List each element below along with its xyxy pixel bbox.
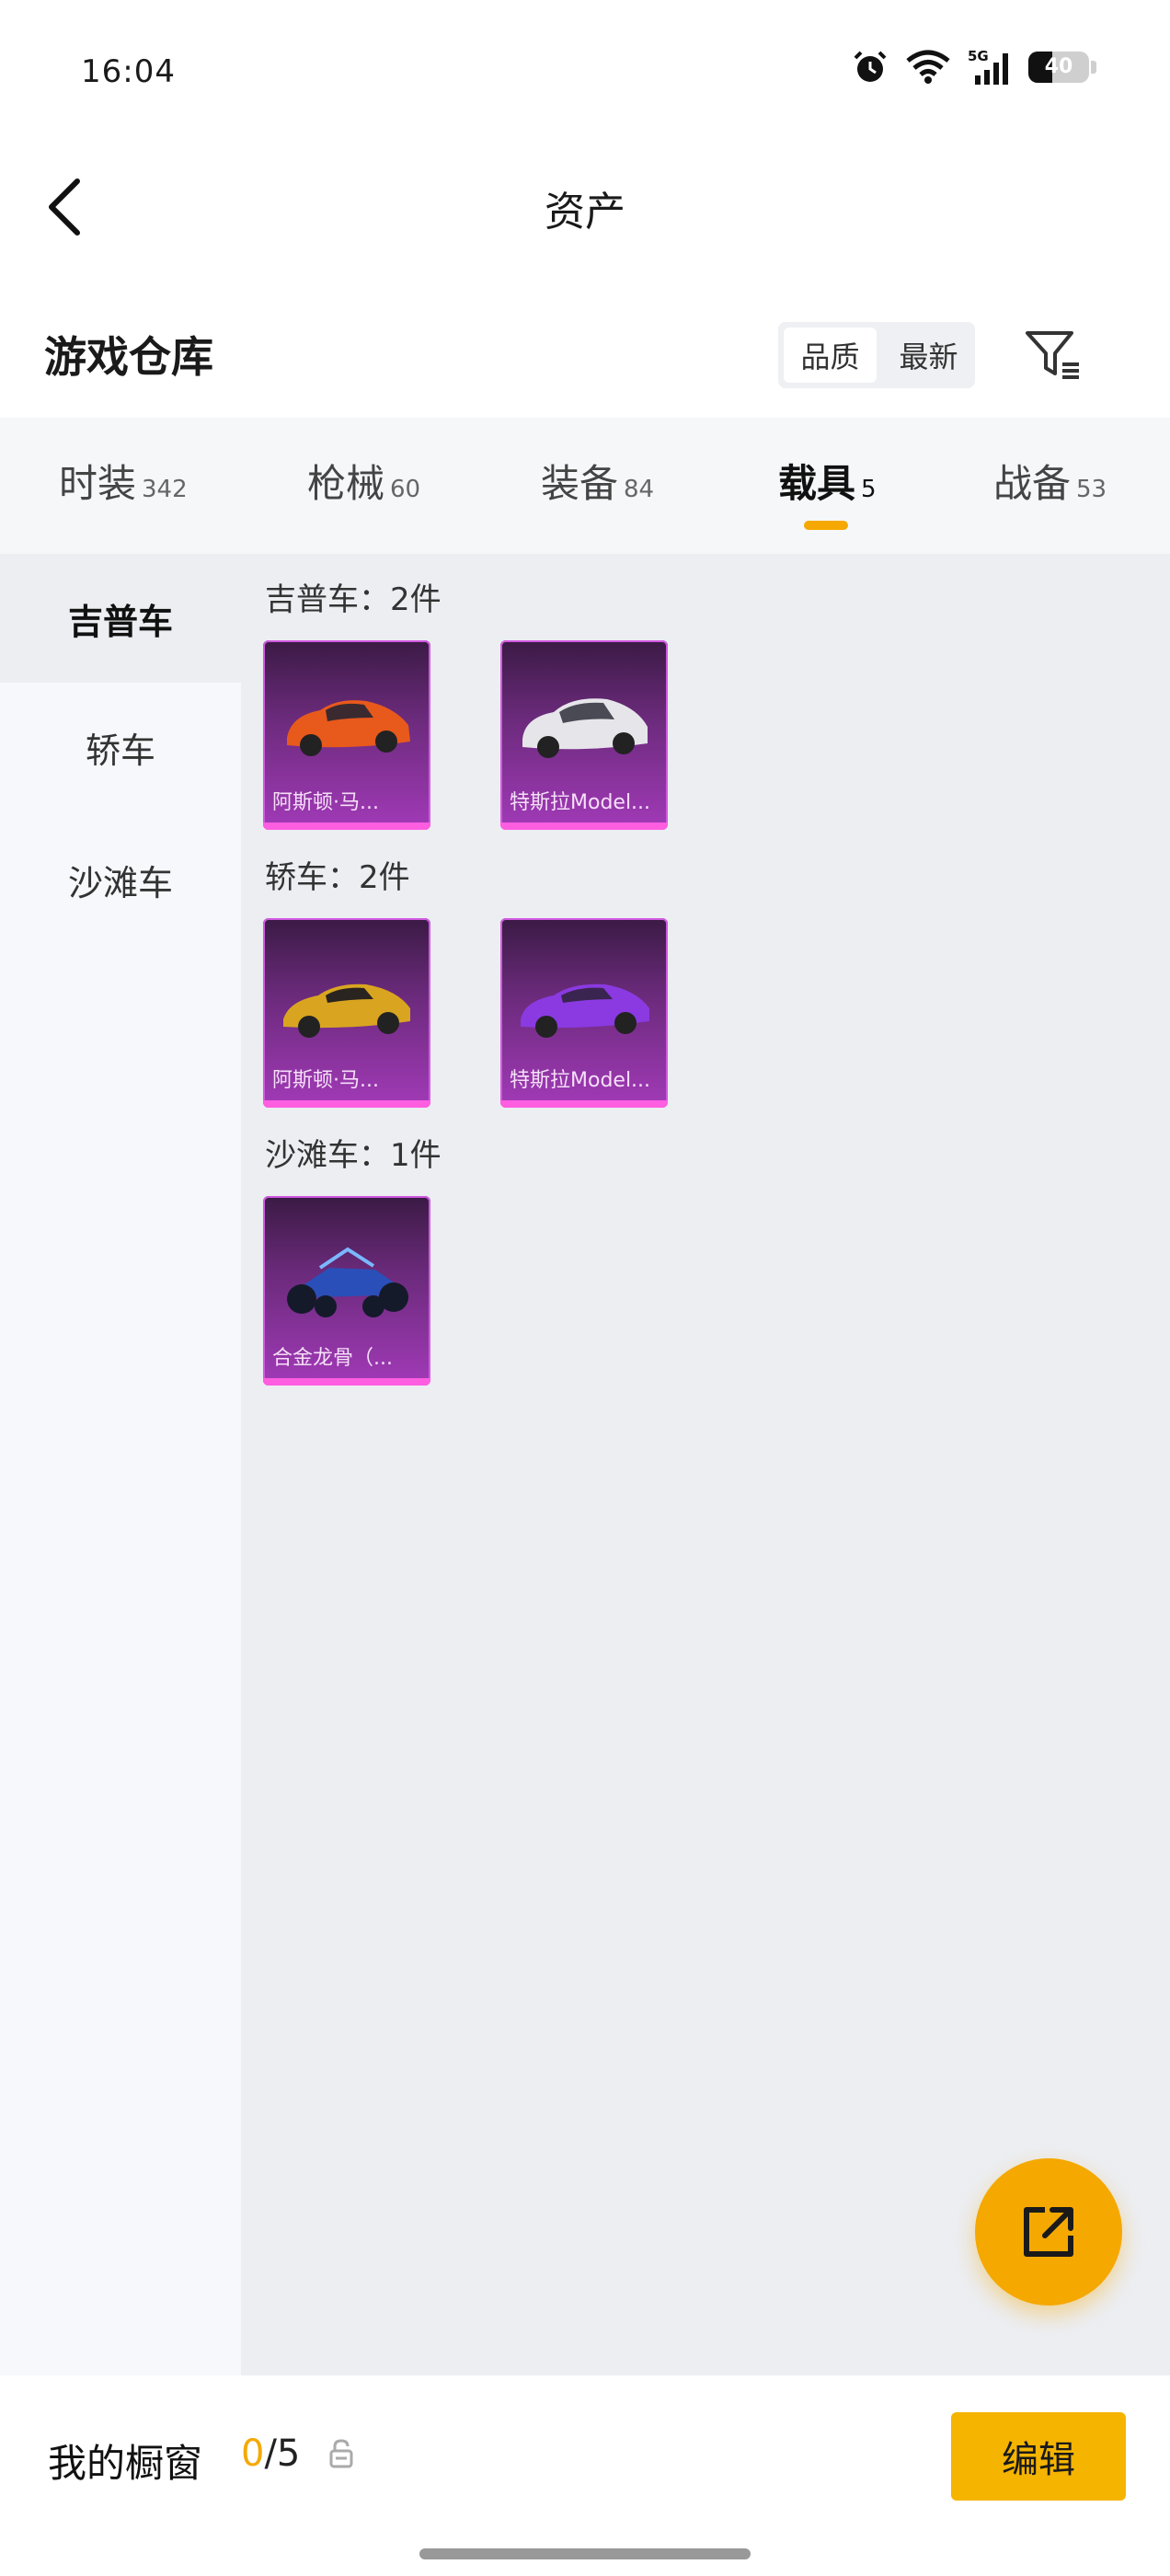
share-button[interactable]: [975, 2158, 1122, 2306]
blue-buggy-icon: [287, 1247, 408, 1317]
item-card[interactable]: 阿斯顿·马...: [263, 918, 430, 1108]
sort-quality-button[interactable]: 品质: [784, 328, 877, 383]
sort-toggle: 品质 最新: [778, 322, 975, 388]
status-time: 16:04: [81, 53, 176, 90]
gold-coupe-icon: [283, 983, 410, 1038]
status-bar: 16:04 5G 40: [0, 0, 1170, 147]
tab-active-indicator: [804, 521, 848, 530]
svg-text:5G: 5G: [968, 48, 989, 64]
share-icon: [1024, 2207, 1073, 2257]
item-name: 阿斯顿·马...: [272, 791, 379, 814]
tab-firearms[interactable]: 枪械 60: [307, 453, 420, 509]
item-name: 合金龙骨（...: [272, 1347, 393, 1370]
tab-supplies[interactable]: 战备 53: [993, 453, 1107, 509]
tab-label: 枪械: [307, 461, 385, 506]
group-title-sedan: 轿车：2件: [265, 859, 410, 896]
item-card[interactable]: 特斯拉Model...: [500, 640, 668, 830]
showcase-count: 0/5: [241, 2432, 300, 2475]
showcase-total: /5: [264, 2432, 301, 2475]
edit-button[interactable]: 编辑: [951, 2412, 1126, 2501]
home-indicator[interactable]: [419, 2548, 751, 2559]
item-card[interactable]: 特斯拉Model...: [500, 918, 668, 1108]
rarity-strip: [263, 1378, 430, 1386]
rarity-strip: [500, 822, 668, 830]
battery-icon: 40: [1028, 52, 1089, 83]
tab-count: 53: [1076, 476, 1107, 503]
vehicle-type-sidebar: 吉普车 轿车 沙滩车: [0, 554, 241, 2375]
lock-icon: [329, 2439, 353, 2468]
showcase-bar: 我的橱窗 0/5 编辑: [0, 2379, 1170, 2576]
tab-label: 载具: [778, 461, 856, 506]
filter-icon: [1026, 331, 1079, 379]
showcase-label: 我的橱窗: [48, 2441, 203, 2486]
status-icons: 5G 40: [852, 48, 1096, 86]
tab-count: 342: [142, 476, 188, 503]
rarity-strip: [500, 1100, 668, 1108]
sort-newest-button[interactable]: 最新: [882, 322, 975, 388]
vehicle-grid: 吉普车：2件 阿斯顿·马... 特斯拉Model... 轿车：2件 阿斯顿·马.…: [241, 554, 1170, 2375]
group-title-beach-buggy: 沙滩车：1件: [265, 1137, 442, 1174]
white-suv-icon: [522, 698, 648, 758]
filter-button[interactable]: [1021, 320, 1085, 390]
signal-5g-icon: 5G: [968, 48, 1008, 85]
category-tabs: 时装 342 枪械 60 装备 84 载具 5 战备 53: [0, 418, 1170, 554]
tab-label: 装备: [541, 461, 619, 506]
tab-count: 60: [390, 476, 421, 503]
tab-count: 84: [624, 476, 655, 503]
tab-label: 战备: [993, 461, 1072, 506]
item-name: 特斯拉Model...: [510, 1069, 651, 1092]
tab-vehicles[interactable]: 载具 5: [778, 453, 877, 509]
rarity-strip: [263, 1100, 430, 1108]
warehouse-title: 游戏仓库: [44, 332, 213, 382]
app-header: 资产: [0, 156, 1170, 258]
sidebar-item-jeep[interactable]: 吉普车: [0, 554, 241, 683]
battery-cap: [1091, 61, 1096, 74]
warehouse-row: 游戏仓库 品质 最新: [0, 304, 1170, 405]
orange-suv-icon: [287, 700, 410, 756]
tab-fashion[interactable]: 时装 342: [59, 453, 188, 509]
tab-count: 5: [861, 476, 877, 503]
page-title: 资产: [545, 189, 625, 236]
rarity-strip: [263, 822, 430, 830]
item-name: 阿斯顿·马...: [272, 1069, 379, 1092]
group-title-jeep: 吉普车：2件: [265, 581, 442, 618]
purple-sedan-icon: [521, 983, 649, 1038]
item-name: 特斯拉Model...: [510, 791, 651, 814]
item-card[interactable]: 阿斯顿·马...: [263, 640, 430, 830]
battery-level: 40: [1044, 55, 1073, 78]
wifi-icon: [906, 50, 950, 84]
item-card[interactable]: 合金龙骨（...: [263, 1196, 430, 1386]
sidebar-item-sedan[interactable]: 轿车: [0, 683, 241, 811]
showcase-current: 0: [241, 2432, 265, 2475]
alarm-icon: [854, 51, 887, 82]
tab-label: 时装: [59, 461, 137, 506]
sidebar-item-beach-buggy[interactable]: 沙滩车: [0, 815, 241, 944]
tab-equipment[interactable]: 装备 84: [541, 453, 654, 509]
